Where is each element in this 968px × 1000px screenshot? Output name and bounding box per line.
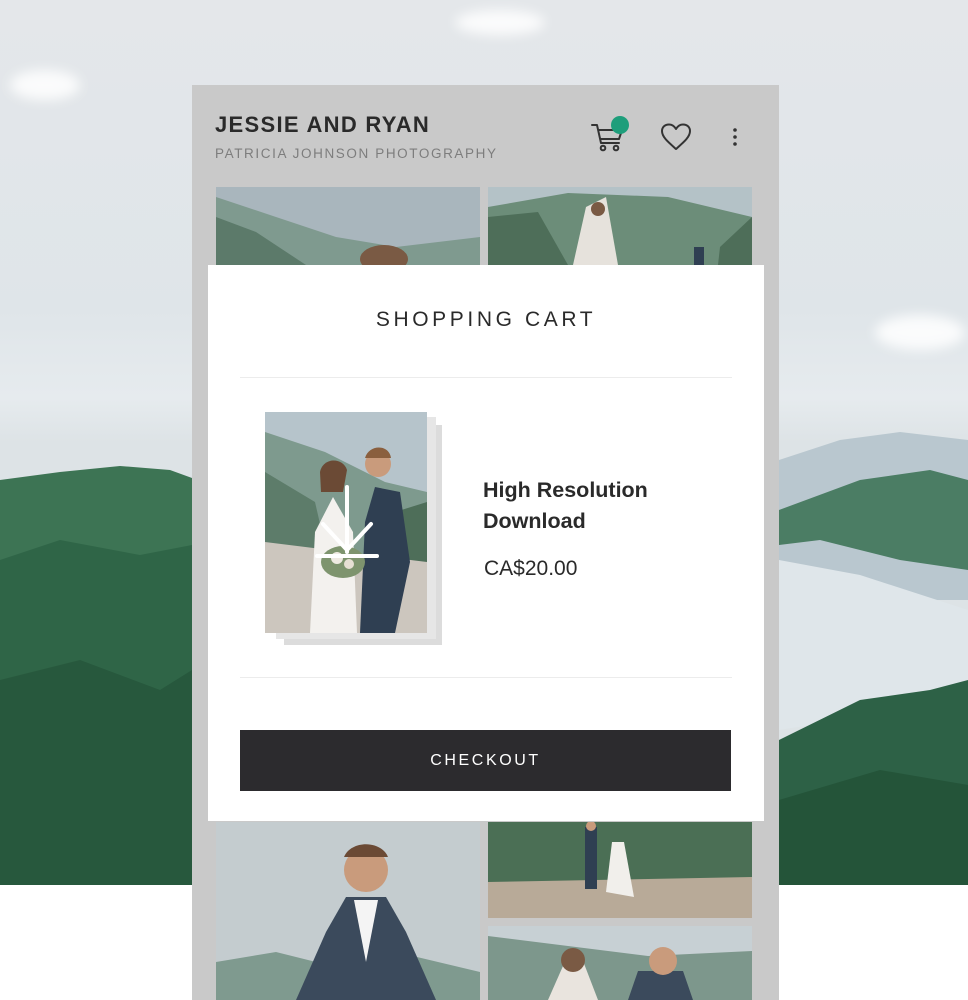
gallery-subtitle: PATRICIA JOHNSON PHOTOGRAPHY <box>215 146 498 161</box>
cart-badge <box>611 116 629 134</box>
cart-item-image <box>265 412 427 633</box>
gallery-photo-3[interactable] <box>216 822 480 1000</box>
shopping-cart-modal: SHOPPING CART High Resolution Download C… <box>208 265 764 821</box>
favorites-button[interactable] <box>660 122 692 152</box>
gallery-photo-5[interactable] <box>488 926 752 1000</box>
gallery-header: JESSIE AND RYAN PATRICIA JOHNSON PHOTOGR… <box>192 85 779 185</box>
gallery-photo-4[interactable] <box>488 822 752 918</box>
download-arrow-icon <box>315 485 379 558</box>
more-vertical-icon <box>733 128 737 146</box>
cart-item-price: CA$20.00 <box>484 557 578 580</box>
gallery-photo-1[interactable] <box>216 187 480 265</box>
gallery-photo-2[interactable] <box>488 187 752 265</box>
heart-icon <box>661 123 691 150</box>
cart-divider-bottom <box>240 677 732 678</box>
cart-item-name: High Resolution Download <box>483 478 648 533</box>
gallery-title: JESSIE AND RYAN <box>215 112 431 137</box>
cart-title: SHOPPING CART <box>375 308 597 331</box>
cart-divider-top <box>240 377 732 378</box>
more-options-button[interactable] <box>728 125 742 149</box>
checkout-button[interactable]: CHECKOUT <box>240 730 731 791</box>
